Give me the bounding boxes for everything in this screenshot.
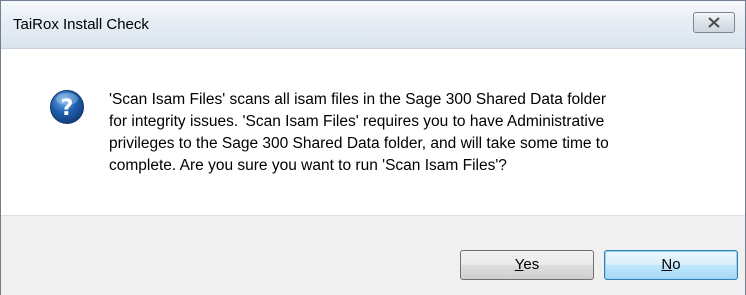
close-button[interactable] bbox=[693, 12, 735, 33]
message-line: 'Scan Isam Files' scans all isam files i… bbox=[109, 91, 606, 108]
no-label-rest: o bbox=[672, 256, 681, 273]
no-button[interactable]: No bbox=[604, 250, 738, 280]
svg-text:?: ? bbox=[61, 96, 74, 121]
dialog-message: 'Scan Isam Files' scans all isam files i… bbox=[109, 89, 729, 177]
yes-label-rest: es bbox=[523, 256, 540, 273]
close-icon bbox=[708, 17, 720, 28]
dialog-content: ? 'Scan Isam Files' scans all isam files… bbox=[1, 49, 745, 215]
yes-button[interactable]: Yes bbox=[460, 250, 594, 280]
window-title: TaiRox Install Check bbox=[13, 16, 149, 33]
message-line: privileges to the Sage 300 Shared Data f… bbox=[109, 135, 609, 152]
title-bar[interactable]: TaiRox Install Check bbox=[1, 1, 745, 49]
question-icon: ? bbox=[50, 90, 84, 124]
message-line: complete. Are you sure you want to run '… bbox=[109, 157, 507, 174]
dialog-window: TaiRox Install Check ? 'Scan Isam Files'… bbox=[0, 0, 746, 295]
no-mnemonic: N bbox=[661, 256, 673, 273]
button-bar: Yes No bbox=[1, 215, 745, 295]
message-line: for integrity issues. 'Scan Isam Files' … bbox=[109, 113, 605, 130]
